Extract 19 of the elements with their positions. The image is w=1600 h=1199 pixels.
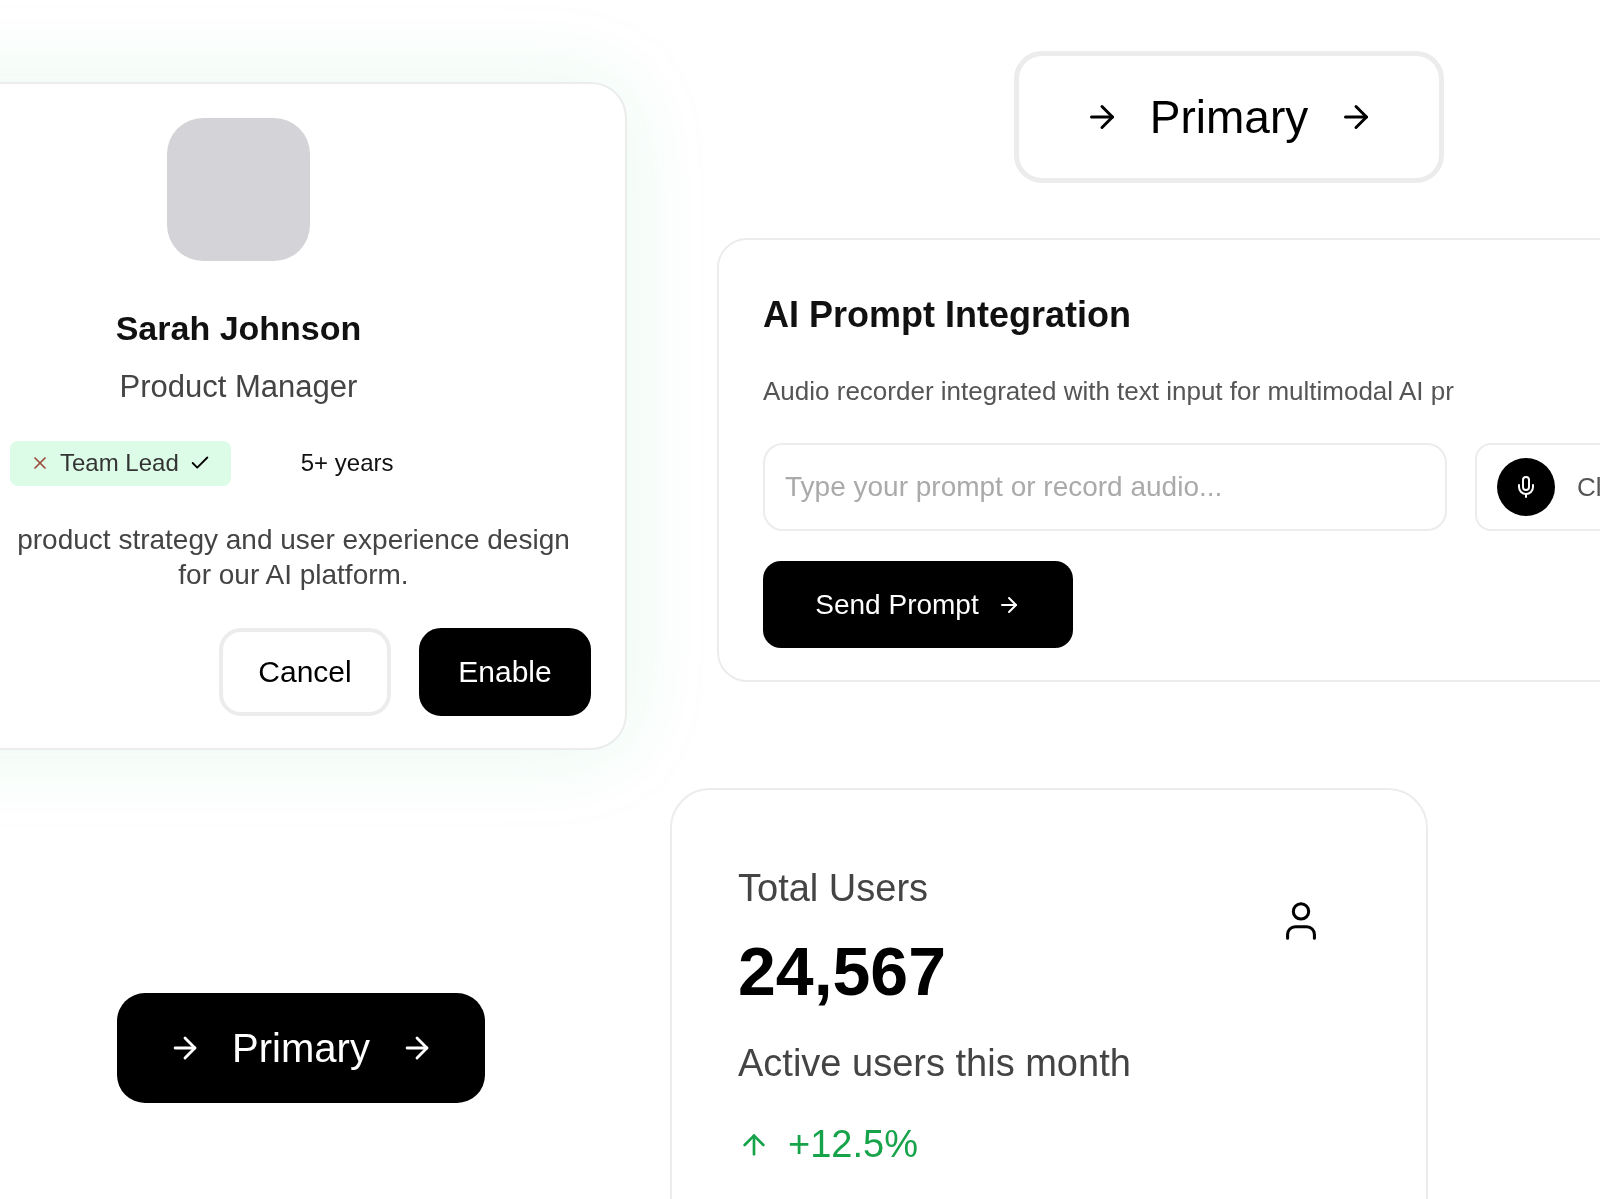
cancel-button[interactable]: Cancel [219,627,391,716]
tag-label: Team Lead [60,448,179,478]
profile-name: Sarah Johnson [115,308,362,349]
card-title: AI Prompt Integration [763,293,1132,337]
microphone-icon [1497,458,1555,516]
enable-button[interactable]: Enable [419,627,591,716]
stat-title: Total Users [738,866,930,911]
primary-button[interactable]: Primary [117,993,485,1103]
prompt-input-field[interactable]: Type your prompt or record audio... [763,443,1447,531]
primary-button[interactable]: Primary [1014,51,1444,183]
stat-value: 24,567 [738,937,947,1005]
stat-caption: Active users this month [738,1041,1132,1086]
profile-role: Product Manager [119,368,358,406]
card-description: Audio recorder integrated with text input for multimodal AI pr [763,375,1455,408]
send-prompt-button[interactable]: Send Prompt [763,561,1073,648]
record-button[interactable]: Cl [1475,443,1600,531]
profile-description: product strategy and user experience design for our AI platform. [16,522,571,592]
experience-label: 5+ years [300,448,394,478]
stat-change: +12.5% [788,1122,918,1167]
